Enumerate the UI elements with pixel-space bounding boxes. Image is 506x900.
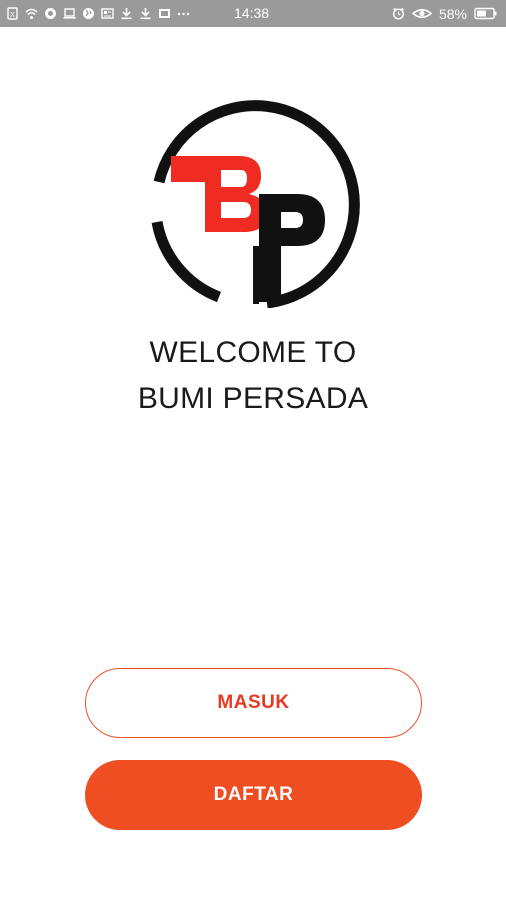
- welcome-title-line-2: BUMI PERSADA: [137, 382, 369, 415]
- download-icon: [140, 8, 151, 20]
- photo-icon: [159, 9, 170, 18]
- eye-icon: [411, 8, 432, 19]
- status-bar-notification-icons: X: [0, 7, 190, 20]
- welcome-screen: X 14:38 58% WELCOME TO BUMI PERSADA MASU…: [0, 0, 506, 900]
- battery-icon: [474, 7, 497, 20]
- vpn-icon: [45, 8, 56, 19]
- news-icon: [101, 8, 114, 19]
- daftar-button-label: DAFTAR: [213, 784, 294, 805]
- masuk-button-label: MASUK: [217, 692, 290, 713]
- bumi-persada-logo: [151, 100, 360, 308]
- status-bar: X 14:38 58%: [0, 0, 506, 27]
- download-icon: [121, 8, 132, 20]
- wifi-icon: [25, 8, 38, 19]
- alarm-icon: [392, 7, 404, 20]
- more-icon: [177, 12, 190, 16]
- status-bar-time: 14:38: [234, 5, 270, 21]
- laptop-icon: [63, 8, 76, 19]
- battery-percentage: 58%: [438, 5, 467, 22]
- welcome-title-line-1: WELCOME TO: [149, 336, 357, 369]
- status-bar-system-icons: 58%: [392, 0, 498, 27]
- globe-icon: [83, 8, 94, 19]
- svg-text:X: X: [10, 11, 15, 19]
- sim-icon: X: [7, 7, 18, 20]
- daftar-button[interactable]: DAFTAR: [85, 760, 422, 830]
- masuk-button[interactable]: MASUK: [85, 668, 422, 738]
